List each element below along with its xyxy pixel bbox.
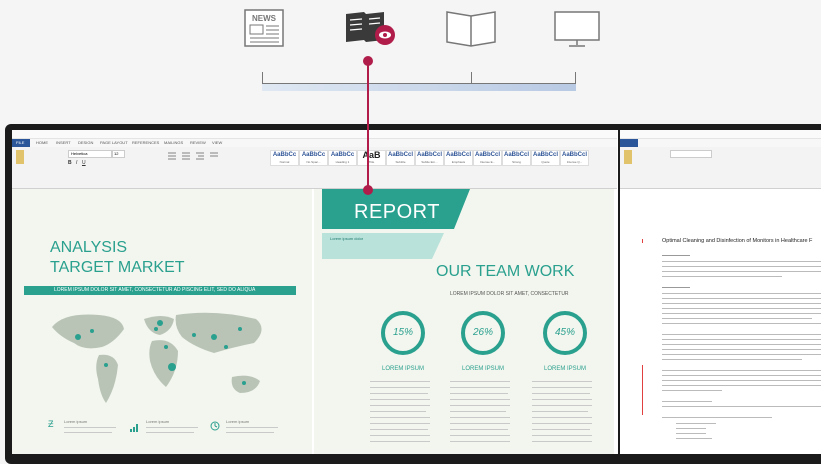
stat-label-1: LOREM IPSUM xyxy=(382,366,425,372)
connector-dot xyxy=(363,185,373,195)
italic-button[interactable]: I xyxy=(76,160,77,166)
underline-button[interactable]: U xyxy=(82,160,86,166)
stat-value-3: 45% xyxy=(554,327,575,338)
style-normal[interactable]: AaBbCc Normal xyxy=(270,150,299,166)
report-title: REPORT xyxy=(354,201,440,223)
paste-icon[interactable] xyxy=(624,150,632,164)
style-title[interactable]: AaB Title xyxy=(357,150,386,166)
slider-bar xyxy=(262,84,576,91)
document-page-left: ANALYSIS TARGET MARKET LOREM IPSUM DOLOR… xyxy=(12,189,312,454)
monitor-mode-icon[interactable] xyxy=(553,8,600,48)
stat-label-2: LOREM IPSUM xyxy=(462,366,505,372)
margin-marker xyxy=(642,239,649,243)
tab-file[interactable]: FILE xyxy=(16,140,24,145)
article-title: Optimal Cleaning and Disinfection of Mon… xyxy=(662,238,813,244)
font-size-select[interactable]: 12 xyxy=(112,150,125,158)
paste-icon[interactable] xyxy=(16,150,24,164)
tab-page-layout[interactable]: PAGE LAYOUT xyxy=(100,140,128,145)
style-no-spacing[interactable]: AaBbCc No Spac... xyxy=(299,150,328,166)
news-label: NEWS xyxy=(252,14,277,23)
style-emphasis[interactable]: AaBbCcl Emphasis xyxy=(444,150,473,166)
world-map xyxy=(52,312,262,403)
font-name-select[interactable]: Helvetica xyxy=(68,150,112,158)
connector-line xyxy=(367,62,369,190)
analysis-banner: LOREM IPSUM DOLOR SIT AMET, CONSECTETUR … xyxy=(24,286,296,295)
mode-slider-track[interactable] xyxy=(262,72,576,84)
tab-review[interactable]: REVIEW xyxy=(190,140,206,145)
word-ribbon-right xyxy=(620,130,821,189)
stat-label-3: LOREM IPSUM xyxy=(544,366,587,372)
slider-tick xyxy=(471,72,472,83)
font-name-select[interactable] xyxy=(670,150,712,158)
report-subtitle: Lorem ipsum dolor xyxy=(330,236,364,241)
style-intense-emphasis[interactable]: AaBbCcl Intense E... xyxy=(473,150,502,166)
word-ribbon: FILE HOME INSERT DESIGN PAGE LAYOUT REFE… xyxy=(12,130,617,189)
legend-icon-one: Ƶ xyxy=(48,419,54,429)
stat-value-1: 15% xyxy=(392,327,413,338)
tab-design[interactable]: DESIGN xyxy=(78,140,93,145)
tab-view[interactable]: VIEW xyxy=(212,140,222,145)
legend-label-three: Lorem ipsum xyxy=(226,419,250,424)
style-strong[interactable]: AaBbCcl Strong xyxy=(502,150,531,166)
tab-references[interactable]: REFERENCES xyxy=(132,140,159,145)
tab-insert[interactable]: INSERT xyxy=(56,140,71,145)
bold-button[interactable]: B xyxy=(68,160,72,166)
tab-mailings[interactable]: MAILINGS xyxy=(164,140,183,145)
monitor-screen: FILE HOME INSERT DESIGN PAGE LAYOUT REFE… xyxy=(12,130,821,454)
document-page-center: REPORT Lorem ipsum dolor OUR TEAM WORK L… xyxy=(314,189,614,454)
target-market-heading: TARGET MARKET xyxy=(50,259,185,276)
style-quote[interactable]: AaBbCcl Quote xyxy=(531,150,560,166)
clock-icon xyxy=(210,418,220,431)
bar-chart-icon xyxy=(130,419,140,432)
analysis-heading: ANALYSIS xyxy=(50,239,128,256)
stat-value-2: 26% xyxy=(472,327,493,338)
legend-label-two: Lorem ipsum xyxy=(146,419,170,424)
open-book-mode-icon[interactable] xyxy=(445,8,496,48)
style-heading-1[interactable]: AaBbCc Heading 1 xyxy=(328,150,357,166)
tab-home[interactable]: HOME xyxy=(36,140,48,145)
style-intense-quote[interactable]: AaBbCcl Intense Q... xyxy=(560,150,589,166)
team-work-title: OUR TEAM WORK xyxy=(436,263,575,280)
report-banner xyxy=(322,189,470,259)
style-subtitle[interactable]: AaBbCcl Subtitle xyxy=(386,150,415,166)
margin-marker xyxy=(642,365,643,415)
newspaper-mode-icon[interactable]: NEWS xyxy=(243,8,287,48)
reader-eye-mode-icon[interactable] xyxy=(344,8,395,48)
style-subtle-emphasis[interactable]: AaBbCcl Subtle Em... xyxy=(415,150,444,166)
document-page-right: Optimal Cleaning and Disinfection of Mon… xyxy=(620,189,821,454)
legend-label-one: Lorem ipsum xyxy=(64,419,88,424)
team-work-subtitle: LOREM IPSUM DOLOR SIT AMET, CONSECTETUR xyxy=(450,291,569,297)
paragraph-controls[interactable] xyxy=(166,150,266,164)
